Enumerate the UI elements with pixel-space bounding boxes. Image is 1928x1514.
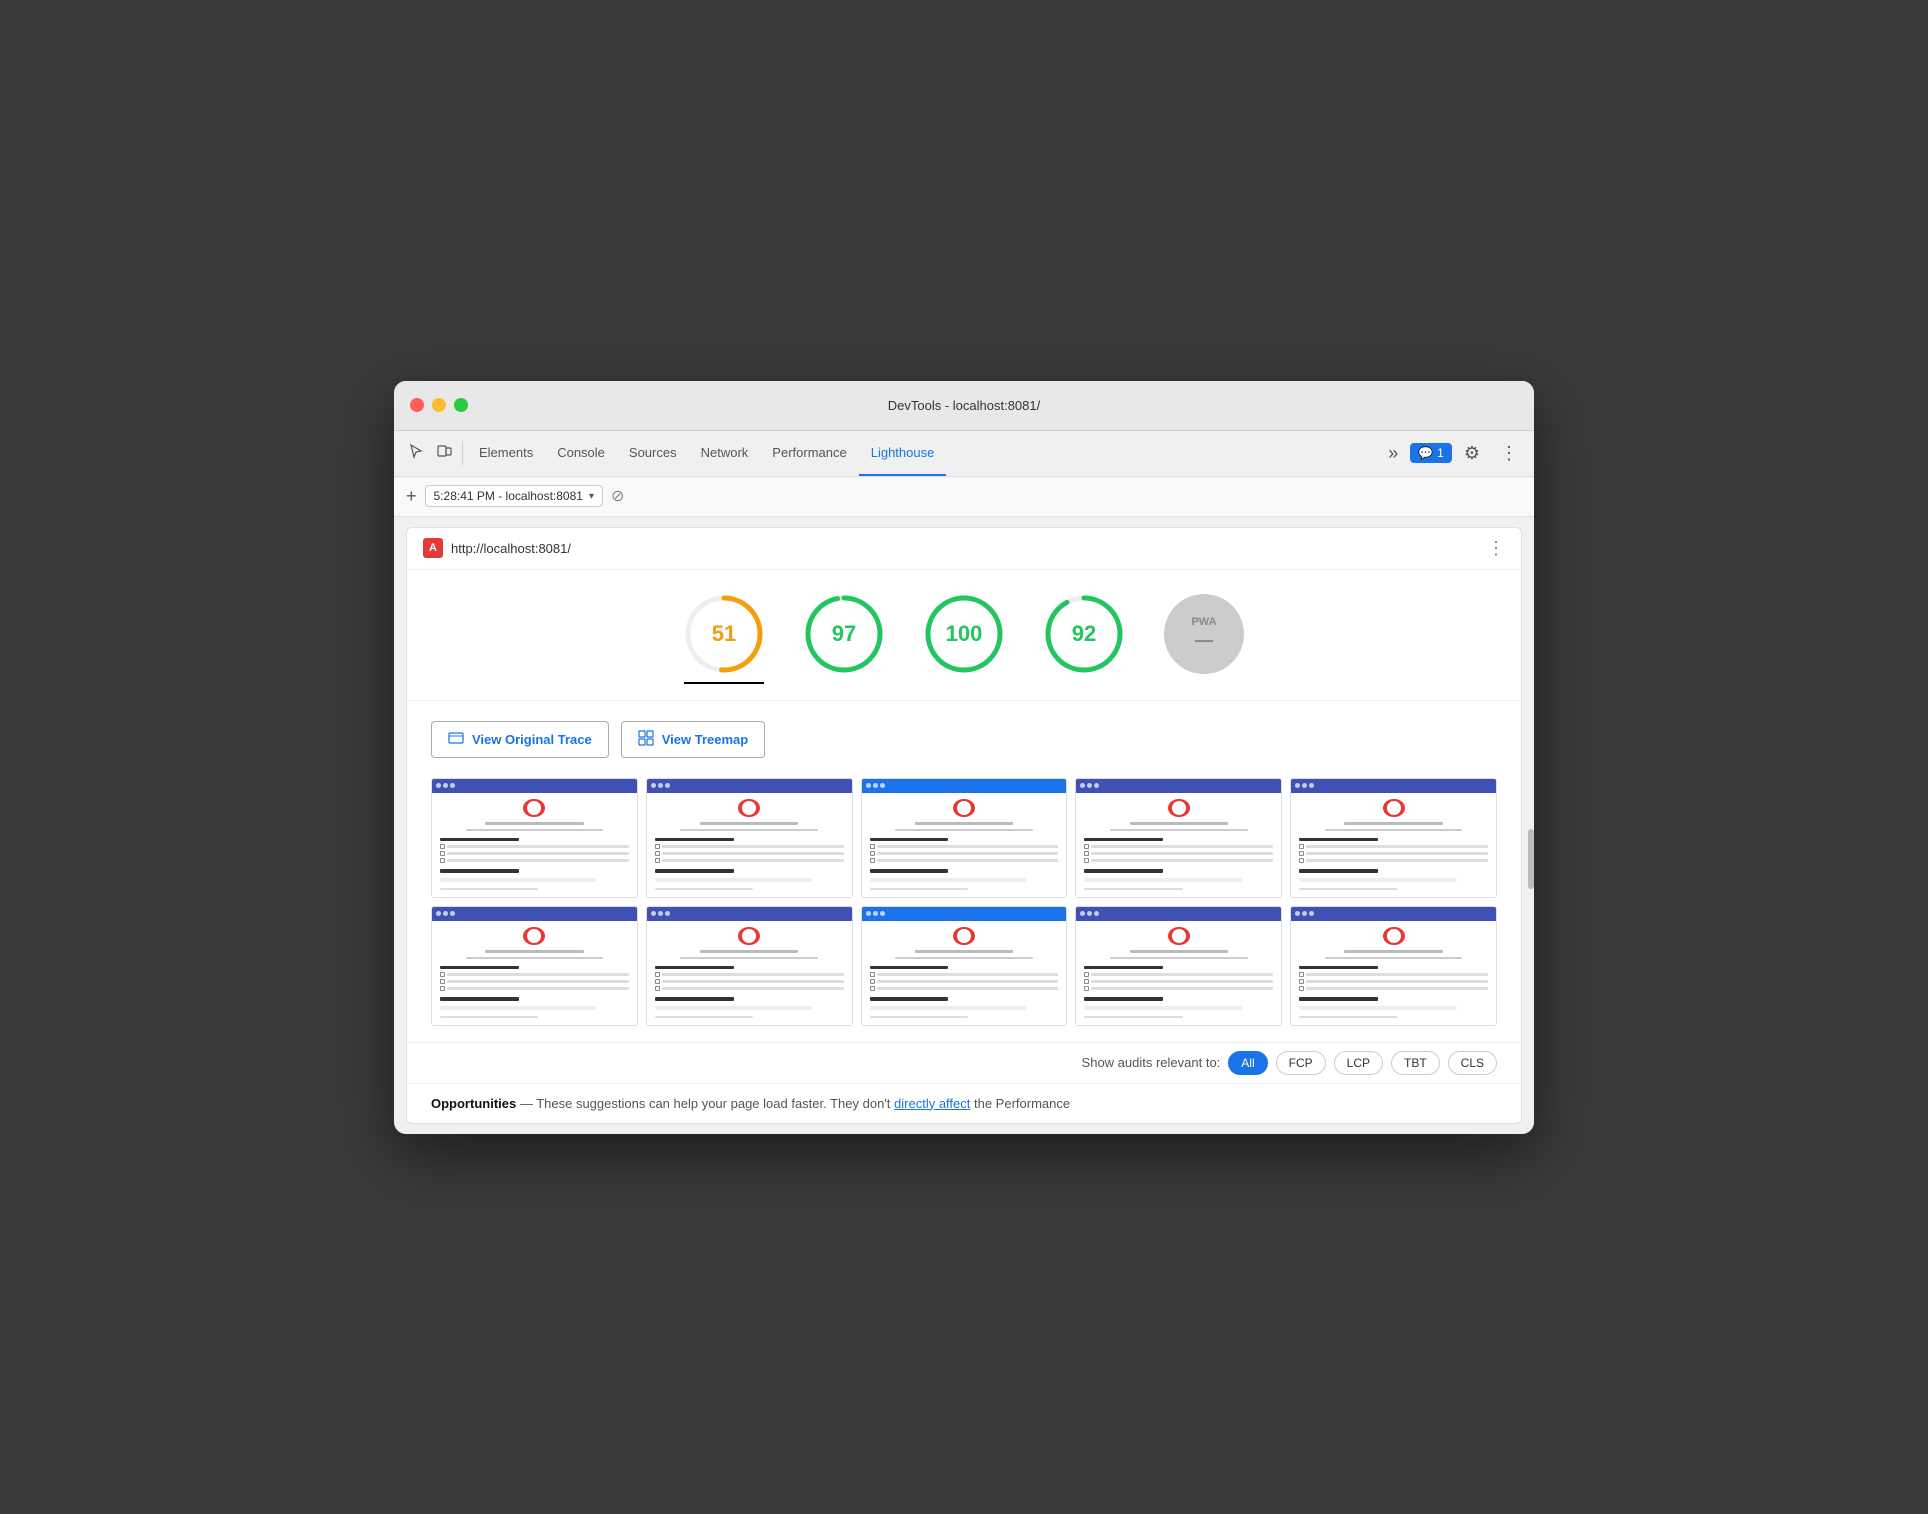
window-controls	[410, 398, 468, 412]
score-circle-accessibility: 97	[804, 594, 884, 674]
score-circle-performance: 51	[684, 594, 764, 674]
score-circle-seo: 92	[1044, 594, 1124, 674]
treemap-icon	[638, 730, 654, 749]
filter-fcp-button[interactable]: FCP	[1276, 1051, 1326, 1075]
filter-label: Show audits relevant to:	[1082, 1055, 1221, 1070]
gear-icon: ⚙	[1464, 443, 1480, 463]
lighthouse-panel: A http://localhost:8081/ ⋮ 51	[406, 527, 1522, 1124]
settings-button[interactable]: ⚙	[1456, 439, 1488, 468]
site-favicon: A	[423, 538, 443, 558]
filter-lcp-button[interactable]: LCP	[1334, 1051, 1383, 1075]
more-dots-icon: ⋮	[1500, 443, 1518, 463]
screenshot-thumb-7	[646, 906, 853, 1026]
close-button[interactable]	[410, 398, 424, 412]
score-best-practices: 100	[924, 594, 1004, 684]
filter-all-button[interactable]: All	[1228, 1051, 1267, 1075]
opportunities-heading: Opportunities	[431, 1096, 516, 1111]
view-original-trace-button[interactable]: View Original Trace	[431, 721, 609, 758]
screenshot-thumb-9	[1075, 906, 1282, 1026]
audit-url-text: http://localhost:8081/	[451, 541, 1479, 556]
screenshot-thumb-5	[1290, 778, 1497, 898]
window-title: DevTools - localhost:8081/	[888, 398, 1040, 413]
dropdown-icon[interactable]: ▾	[589, 491, 594, 502]
screenshot-thumb-1	[431, 778, 638, 898]
add-tab-button[interactable]: +	[406, 486, 417, 507]
chat-icon: 💬	[1418, 446, 1433, 460]
score-pwa: PWA —	[1164, 594, 1244, 684]
screenshot-thumb-3	[861, 778, 1068, 898]
action-buttons: View Original Trace View Treemap	[407, 701, 1521, 778]
directly-affect-link[interactable]: directly affect	[894, 1096, 970, 1111]
scrollbar-thumb[interactable]	[1528, 829, 1534, 889]
url-input[interactable]: 5:28:41 PM - localhost:8081 ▾	[425, 485, 603, 507]
score-accessibility: 97	[804, 594, 884, 684]
block-url-button[interactable]: ⊘	[611, 486, 624, 506]
tab-sources[interactable]: Sources	[617, 430, 689, 476]
tab-lighthouse[interactable]: Lighthouse	[859, 430, 947, 476]
score-underline	[684, 682, 764, 684]
minimize-button[interactable]	[432, 398, 446, 412]
audit-more-button[interactable]: ⋮	[1487, 538, 1505, 559]
pwa-circle: PWA —	[1164, 594, 1244, 674]
tabs-right: » 💬 1 ⚙ ⋮	[1380, 439, 1526, 468]
scrollbar-track[interactable]	[1526, 527, 1534, 1124]
tab-separator	[462, 441, 463, 465]
title-bar: DevTools - localhost:8081/	[394, 381, 1534, 431]
opportunities-section: Opportunities — These suggestions can he…	[407, 1083, 1521, 1123]
tab-elements[interactable]: Elements	[467, 430, 545, 476]
devtools-tabs: Elements Console Sources Network Perform…	[394, 431, 1534, 477]
screenshot-thumb-4	[1075, 778, 1282, 898]
opportunities-suffix: the Performance	[970, 1096, 1070, 1111]
more-icon: ⋮	[1487, 538, 1505, 558]
notifications-button[interactable]: 💬 1	[1410, 443, 1452, 463]
score-performance: 51	[684, 594, 764, 684]
tab-network[interactable]: Network	[689, 430, 761, 476]
scores-row: 51 97	[407, 570, 1521, 701]
screenshot-thumb-8	[861, 906, 1068, 1026]
filter-cls-button[interactable]: CLS	[1448, 1051, 1497, 1075]
kebab-menu-button[interactable]: ⋮	[1492, 439, 1526, 468]
main-panel: A http://localhost:8081/ ⋮ 51	[394, 527, 1534, 1124]
url-value: 5:28:41 PM - localhost:8081	[434, 489, 583, 503]
screenshot-thumb-6	[431, 906, 638, 1026]
screenshot-thumb-2	[646, 778, 853, 898]
view-treemap-button[interactable]: View Treemap	[621, 721, 765, 758]
score-circle-best-practices: 100	[924, 594, 1004, 674]
url-bar: + 5:28:41 PM - localhost:8081 ▾ ⊘	[394, 477, 1534, 517]
audit-url-bar: A http://localhost:8081/ ⋮	[407, 528, 1521, 570]
score-seo: 92	[1044, 594, 1124, 684]
tab-performance[interactable]: Performance	[760, 430, 858, 476]
cursor-tool-button[interactable]	[402, 437, 430, 470]
tab-console[interactable]: Console	[545, 430, 617, 476]
more-tabs-button[interactable]: »	[1380, 439, 1406, 468]
device-toggle-button[interactable]	[430, 437, 458, 470]
block-icon: ⊘	[611, 488, 624, 505]
filter-tbt-button[interactable]: TBT	[1391, 1051, 1440, 1075]
audit-filters: Show audits relevant to: All FCP LCP TBT…	[407, 1042, 1521, 1083]
maximize-button[interactable]	[454, 398, 468, 412]
trace-icon	[448, 730, 464, 749]
opportunities-description: — These suggestions can help your page l…	[516, 1096, 894, 1111]
screenshots-grid	[407, 778, 1521, 1042]
screenshot-thumb-10	[1290, 906, 1497, 1026]
